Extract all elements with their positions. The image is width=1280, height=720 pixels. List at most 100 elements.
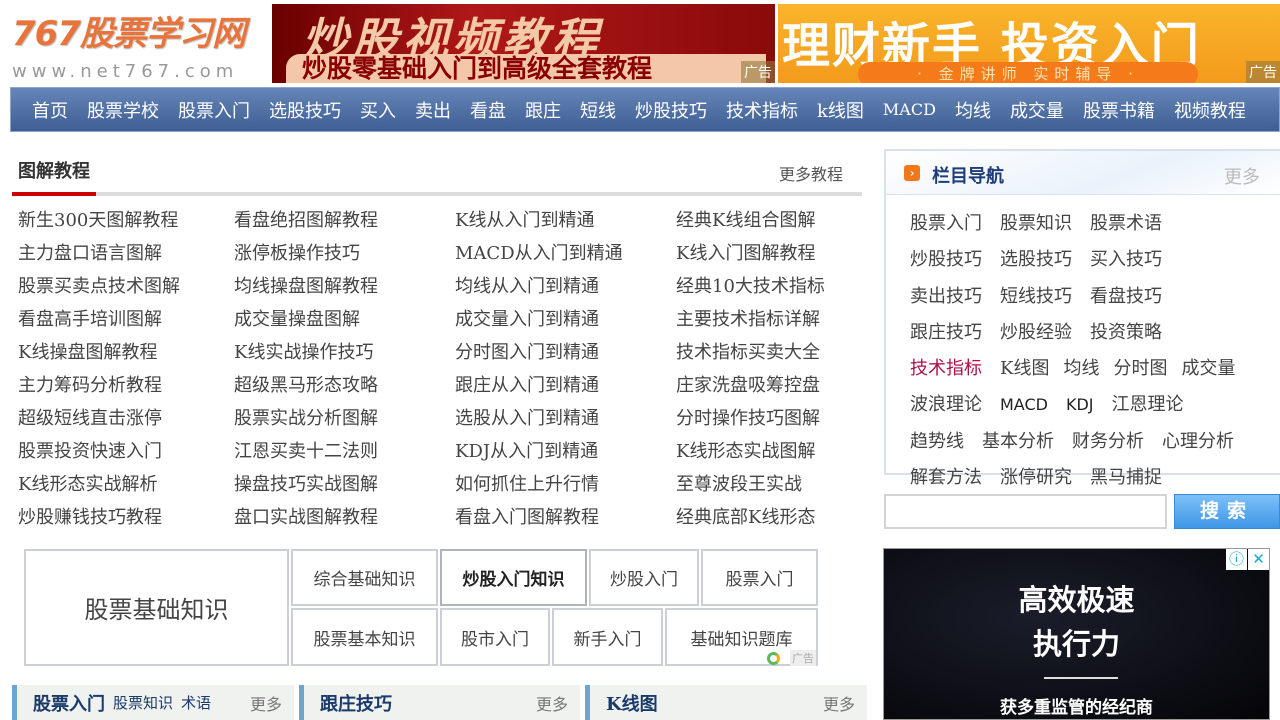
panel-link[interactable]: 股票知识	[1000, 209, 1072, 245]
tutorial-link[interactable]: 均线操盘图解教程	[234, 274, 455, 307]
tutorial-link[interactable]: 技术指标买卖大全	[676, 340, 868, 373]
tutorial-link[interactable]: 主力盘口语言图解	[18, 241, 234, 274]
tutorial-link[interactable]: K线形态实战解析	[18, 472, 234, 505]
nav-item[interactable]: 股票学校	[87, 97, 159, 123]
section-more-link[interactable]: 更多	[250, 691, 282, 715]
panel-link[interactable]: K线图	[1000, 354, 1049, 390]
panel-link[interactable]: 技术指标	[910, 354, 982, 390]
tutorial-link[interactable]: 分时图入门到精通	[455, 340, 676, 373]
section-more-link[interactable]: 更多	[823, 691, 855, 715]
tutorial-link[interactable]: 主要技术指标详解	[676, 307, 868, 340]
panel-link[interactable]: 均线	[1063, 354, 1099, 390]
tutorial-link[interactable]: 庄家洗盘吸筹控盘	[676, 373, 868, 406]
tutorial-link[interactable]: 看盘高手培训图解	[18, 307, 234, 340]
box-main[interactable]: 股票基础知识	[24, 549, 289, 666]
tutorial-link[interactable]: 股票实战分析图解	[234, 406, 455, 439]
panel-link[interactable]: 炒股技巧	[910, 245, 982, 281]
panel-link[interactable]: 选股技巧	[1000, 245, 1072, 281]
nav-item[interactable]: 短线	[580, 97, 616, 123]
tutorial-link[interactable]: K线入门图解教程	[676, 241, 868, 274]
box-item[interactable]: 股票基本知识	[291, 608, 438, 666]
tutorial-link[interactable]: 炒股赚钱技巧教程	[18, 505, 234, 538]
tutorial-link[interactable]: K线实战操作技巧	[234, 340, 455, 373]
tutorial-link[interactable]: 经典K线组合图解	[676, 208, 868, 241]
tutorial-link[interactable]: 至尊波段王实战	[676, 472, 868, 505]
tutorial-link[interactable]: 成交量操盘图解	[234, 307, 455, 340]
tutorial-link[interactable]: 涨停板操作技巧	[234, 241, 455, 274]
nav-item[interactable]: 跟庄	[525, 97, 561, 123]
nav-item[interactable]: 股票书籍	[1083, 97, 1155, 123]
tutorial-link[interactable]: 盘口实战图解教程	[234, 505, 455, 538]
nav-item[interactable]: 选股技巧	[269, 97, 341, 123]
tutorial-link[interactable]: 均线从入门到精通	[455, 274, 676, 307]
nav-item[interactable]: 均线	[955, 97, 991, 123]
panel-link[interactable]: 短线技巧	[1000, 282, 1072, 318]
panel-link[interactable]: 买入技巧	[1090, 245, 1162, 281]
nav-item[interactable]: 首页	[32, 97, 68, 123]
search-button[interactable]: 搜索	[1174, 494, 1280, 529]
box-item[interactable]: 股市入门	[440, 608, 550, 666]
tutorial-link[interactable]: 成交量入门到精通	[455, 307, 676, 340]
nav-item[interactable]: 技术指标	[726, 97, 798, 123]
panel-link[interactable]: MACD	[1000, 390, 1048, 426]
panel-link[interactable]: KDJ	[1066, 390, 1094, 426]
panel-link[interactable]: 炒股经验	[1000, 318, 1072, 354]
nav-item[interactable]: 成交量	[1010, 97, 1064, 123]
tutorial-link[interactable]: 选股从入门到精通	[455, 406, 676, 439]
nav-item[interactable]: 股票入门	[178, 97, 250, 123]
tutorial-link[interactable]: 经典底部K线形态	[676, 505, 868, 538]
panel-link[interactable]: 投资策略	[1090, 318, 1162, 354]
panel-link[interactable]: 分时图	[1113, 354, 1167, 390]
section-more-link[interactable]: 更多	[536, 691, 568, 715]
tutorial-link[interactable]: 如何抓住上升行情	[455, 472, 676, 505]
panel-link[interactable]: 趋势线	[910, 427, 964, 463]
tutorial-link[interactable]: 跟庄从入门到精通	[455, 373, 676, 406]
tutorial-link[interactable]: 江恩买卖十二法则	[234, 439, 455, 472]
panel-link[interactable]: 股票入门	[910, 209, 982, 245]
tutorials-more-link[interactable]: 更多教程	[779, 161, 843, 185]
section-sub-link[interactable]: 股票知识	[113, 692, 173, 713]
tutorial-link[interactable]: 主力筹码分析教程	[18, 373, 234, 406]
section-title[interactable]: 股票入门	[33, 690, 105, 716]
panel-link[interactable]: 股票术语	[1090, 209, 1162, 245]
panel-link[interactable]: 卖出技巧	[910, 282, 982, 318]
box-item-active[interactable]: 炒股入门知识	[440, 549, 587, 606]
tutorial-link[interactable]: 超级短线直击涨停	[18, 406, 234, 439]
tutorial-link[interactable]: K线操盘图解教程	[18, 340, 234, 373]
box-item[interactable]: 炒股入门	[589, 549, 699, 606]
panel-link[interactable]: 基本分析	[982, 427, 1054, 463]
ad-close-icon[interactable]: ✕	[1248, 549, 1269, 570]
search-input[interactable]	[884, 494, 1167, 529]
panel-link[interactable]: 江恩理论	[1112, 390, 1184, 426]
section-title[interactable]: K线图	[606, 690, 658, 716]
panel-link[interactable]: 财务分析	[1072, 427, 1144, 463]
tutorial-link[interactable]: K线形态实战图解	[676, 439, 868, 472]
nav-item[interactable]: 买入	[360, 97, 396, 123]
tutorial-link[interactable]: KDJ从入门到精通	[455, 439, 676, 472]
nav-item[interactable]: 炒股技巧	[635, 97, 707, 123]
nav-item[interactable]: 看盘	[470, 97, 506, 123]
tutorial-link[interactable]: MACD从入门到精通	[455, 241, 676, 274]
tutorial-link[interactable]: 股票买卖点技术图解	[18, 274, 234, 307]
tutorial-link[interactable]: 经典10大技术指标	[676, 274, 868, 307]
panel-link[interactable]: 看盘技巧	[1090, 282, 1162, 318]
tutorial-link[interactable]: 超级黑马形态攻略	[234, 373, 455, 406]
nav-item[interactable]: 视频教程	[1174, 97, 1246, 123]
panel-link[interactable]: 心理分析	[1162, 427, 1234, 463]
nav-item[interactable]: MACD	[883, 100, 936, 119]
tutorial-link[interactable]: K线从入门到精通	[455, 208, 676, 241]
tutorial-link[interactable]: 新生300天图解教程	[18, 208, 234, 241]
panel-link[interactable]: 成交量	[1181, 354, 1235, 390]
section-sub-link[interactable]: 术语	[181, 692, 211, 713]
site-logo[interactable]: 767股票学习网 www.net767.com	[12, 6, 257, 84]
box-item[interactable]: 综合基础知识	[291, 549, 438, 606]
panel-more-link[interactable]: 更多	[1224, 163, 1260, 189]
tutorial-link[interactable]: 股票投资快速入门	[18, 439, 234, 472]
nav-item[interactable]: 卖出	[415, 97, 451, 123]
nav-item[interactable]: k线图	[817, 97, 864, 123]
tutorial-link[interactable]: 操盘技巧实战图解	[234, 472, 455, 505]
banner-ad-investment[interactable]: 理财新手 投资入门 · 金牌讲师 实时辅导 · 广告	[778, 4, 1280, 83]
box-item[interactable]: 股票入门	[701, 549, 818, 606]
tutorial-link[interactable]: 看盘绝招图解教程	[234, 208, 455, 241]
panel-link[interactable]: 跟庄技巧	[910, 318, 982, 354]
